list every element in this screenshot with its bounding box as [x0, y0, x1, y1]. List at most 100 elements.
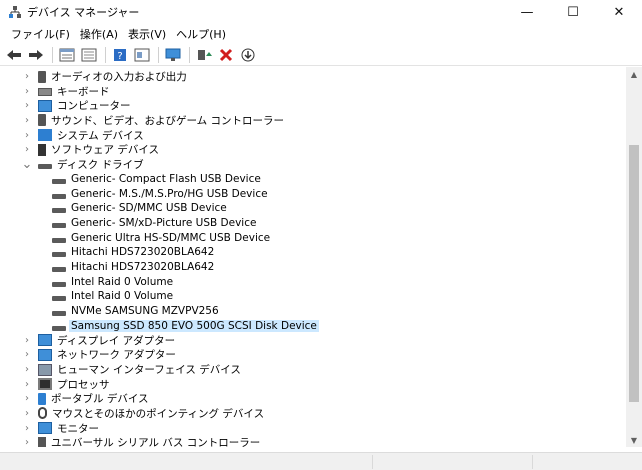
- forward-button[interactable]: [26, 46, 46, 64]
- processor-icon: [38, 378, 52, 391]
- tree-item-label: ディスプレイ アダプター: [57, 334, 176, 347]
- tree-item-label: ディスク ドライブ: [57, 158, 144, 171]
- view-button[interactable]: [132, 46, 152, 64]
- tree-item-label: Generic- SM/xD-Picture USB Device: [71, 217, 257, 229]
- tree-item-label: Hitachi HDS723020BLA642: [71, 260, 215, 273]
- help-button[interactable]: ?: [110, 46, 130, 64]
- tree-item-label: Samsung SSD 850 EVO 500G SCSI Disk Devic…: [69, 319, 319, 332]
- device-tree: › オーディオの入力および出力 › キーボード › コンピューター › サウンド、ビデオ、およ…: [0, 67, 626, 447]
- back-button[interactable]: [4, 46, 24, 64]
- tree-category[interactable]: › サウンド、ビデオ、およびゲーム コントローラー: [22, 113, 284, 128]
- chevron-right-icon[interactable]: ›: [22, 362, 32, 377]
- tree-item-label: Intel Raid 0 Volume: [71, 275, 174, 288]
- chevron-right-icon[interactable]: ›: [22, 69, 32, 84]
- toolbar-separator: [158, 46, 159, 63]
- minimize-button[interactable]: —: [504, 0, 550, 24]
- update-driver-icon: [198, 49, 212, 60]
- chevron-right-icon[interactable]: ›: [22, 84, 32, 99]
- tree-category[interactable]: › ヒューマン インターフェイス デバイス: [22, 362, 241, 377]
- tree-category[interactable]: › システム デバイス: [22, 128, 144, 143]
- maximize-button[interactable]: ☐: [550, 0, 596, 24]
- disk-drive-icon: [38, 164, 52, 170]
- scan-hardware-button[interactable]: [163, 46, 183, 64]
- toolbar-separator: [189, 46, 190, 63]
- tree-device[interactable]: Samsung SSD 850 EVO 500G SCSI Disk Devic…: [46, 318, 319, 333]
- chevron-right-icon[interactable]: ›: [22, 377, 32, 392]
- forward-icon: [29, 49, 43, 60]
- download-button[interactable]: [238, 46, 258, 64]
- refresh-button[interactable]: [79, 46, 99, 64]
- chevron-right-icon[interactable]: ›: [22, 435, 32, 447]
- toolbar: ?: [0, 44, 642, 66]
- chevron-right-icon[interactable]: ›: [22, 333, 32, 348]
- tree-device[interactable]: Generic- M.S./M.S.Pro/HG USB Device: [46, 186, 268, 201]
- chevron-right-icon[interactable]: ›: [22, 98, 32, 113]
- tree-category[interactable]: › マウスとそのほかのポインティング デバイス: [22, 406, 264, 421]
- status-divider: [532, 455, 533, 469]
- status-divider: [372, 455, 373, 469]
- menu-action[interactable]: 操作(A): [75, 26, 123, 42]
- vertical-scrollbar[interactable]: ▲ ▼: [626, 67, 642, 447]
- scrollbar-thumb[interactable]: [629, 145, 639, 402]
- tree-device[interactable]: Generic- SD/MMC USB Device: [46, 201, 227, 216]
- tree-item-label: ユニバーサル シリアル バス コントローラー: [51, 437, 261, 447]
- chevron-right-icon[interactable]: ›: [22, 142, 32, 157]
- tree-category[interactable]: › ディスプレイ アダプター: [22, 333, 175, 348]
- uninstall-button[interactable]: [216, 46, 236, 64]
- tree-device[interactable]: Intel Raid 0 Volume: [46, 289, 173, 304]
- tree-category[interactable]: › ソフトウェア デバイス: [22, 142, 159, 157]
- refresh-icon: [81, 48, 97, 61]
- menu-file[interactable]: ファイル(F): [6, 26, 75, 42]
- chevron-right-icon[interactable]: ›: [22, 421, 32, 436]
- scroll-up-icon[interactable]: ▲: [626, 67, 642, 81]
- chevron-right-icon[interactable]: ›: [22, 391, 32, 406]
- update-driver-button[interactable]: [194, 46, 214, 64]
- tree-category[interactable]: › ネットワーク アダプター: [22, 347, 176, 362]
- tree-device[interactable]: Generic Ultra HS-SD/MMC USB Device: [46, 230, 270, 245]
- tree-device[interactable]: NVMe SAMSUNG MZVPV256: [46, 303, 219, 318]
- tree-item-label: Generic- Compact Flash USB Device: [71, 173, 261, 186]
- tree-device[interactable]: Hitachi HDS723020BLA642: [46, 245, 214, 260]
- disk-drive-icon: [52, 325, 66, 331]
- disk-drive-icon: [52, 252, 66, 258]
- tree-device[interactable]: Hitachi HDS723020BLA642: [46, 259, 214, 274]
- tree-category[interactable]: › ポータブル デバイス: [22, 391, 149, 406]
- tree-device[interactable]: Intel Raid 0 Volume: [46, 274, 173, 289]
- tree-category[interactable]: › キーボード: [22, 84, 110, 99]
- tree-item-label: サウンド、ビデオ、およびゲーム コントローラー: [51, 114, 284, 127]
- chevron-right-icon[interactable]: ›: [22, 113, 32, 128]
- tree-item-label: キーボード: [57, 85, 110, 98]
- display-adapter-icon: [38, 334, 52, 347]
- monitor-icon: [38, 422, 52, 435]
- tree-item-label: ヒューマン インターフェイス デバイス: [57, 364, 241, 376]
- window-title: デバイス マネージャー: [27, 6, 140, 19]
- chevron-right-icon[interactable]: ›: [22, 406, 32, 421]
- disk-drive-icon: [52, 296, 66, 302]
- network-adapter-icon: [38, 348, 52, 361]
- chevron-down-icon[interactable]: ⌄: [22, 157, 33, 172]
- menu-help[interactable]: ヘルプ(H): [171, 26, 231, 42]
- chevron-right-icon[interactable]: ›: [22, 128, 32, 143]
- tree-category[interactable]: ⌄ ディスク ドライブ: [22, 157, 144, 172]
- tree-item-label: モニター: [57, 422, 99, 435]
- close-button[interactable]: ✕: [596, 0, 642, 24]
- properties-icon: [59, 48, 75, 61]
- menu-view[interactable]: 表示(V): [123, 26, 171, 42]
- tree-category[interactable]: › モニター: [22, 421, 99, 436]
- properties-button[interactable]: [57, 46, 77, 64]
- status-bar: [0, 452, 642, 470]
- svg-text:?: ?: [117, 51, 122, 62]
- chevron-right-icon[interactable]: ›: [22, 347, 32, 362]
- scroll-down-icon[interactable]: ▼: [626, 433, 642, 447]
- tree-category[interactable]: › コンピューター: [22, 98, 131, 113]
- tree-device[interactable]: Generic- SM/xD-Picture USB Device: [46, 216, 256, 231]
- menu-bar: ファイル(F) 操作(A) 表示(V) ヘルプ(H): [0, 25, 642, 43]
- disk-drive-icon: [52, 193, 66, 199]
- tree-device[interactable]: Generic- Compact Flash USB Device: [46, 172, 261, 187]
- tree-category[interactable]: › ユニバーサル シリアル バス コントローラー: [22, 435, 260, 447]
- tree-item-label: Generic- SD/MMC USB Device: [71, 202, 227, 215]
- computer-icon: [38, 99, 52, 112]
- tree-category[interactable]: › オーディオの入力および出力: [22, 69, 187, 84]
- tree-category[interactable]: › プロセッサ: [22, 377, 110, 392]
- tree-item-label: Intel Raid 0 Volume: [71, 290, 174, 303]
